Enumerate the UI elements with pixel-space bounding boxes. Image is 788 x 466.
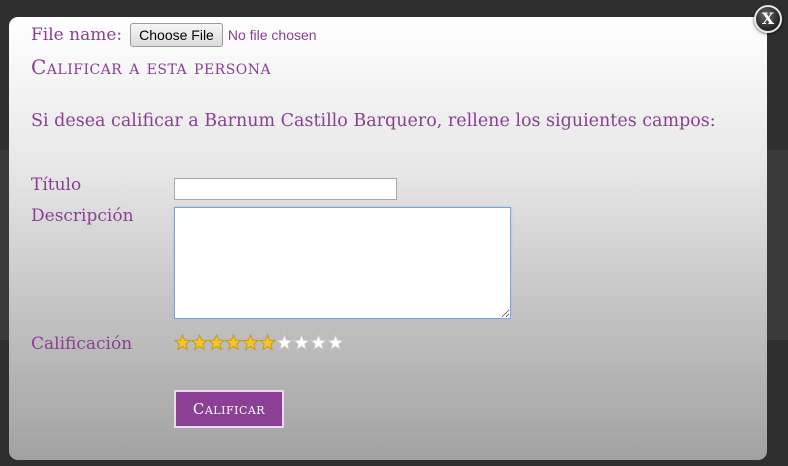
modal-heading: Calificar a esta persona bbox=[31, 55, 272, 79]
description-textarea[interactable] bbox=[174, 207, 511, 319]
rating-modal: File name: Choose File No file chosen Ca… bbox=[9, 17, 767, 460]
star-rating[interactable] bbox=[174, 334, 344, 351]
star-empty-icon[interactable] bbox=[327, 334, 344, 351]
star-filled-icon[interactable] bbox=[191, 334, 208, 351]
file-name-label: File name: bbox=[31, 25, 123, 45]
star-filled-icon[interactable] bbox=[208, 334, 225, 351]
star-empty-icon[interactable] bbox=[276, 334, 293, 351]
close-icon[interactable]: X bbox=[754, 5, 782, 33]
choose-file-button[interactable]: Choose File bbox=[130, 23, 223, 47]
star-filled-icon[interactable] bbox=[259, 334, 276, 351]
title-input[interactable] bbox=[174, 178, 397, 200]
calificar-button[interactable]: Calificar bbox=[174, 390, 284, 428]
rating-label: Calificación bbox=[31, 334, 133, 354]
title-label: Título bbox=[31, 175, 82, 195]
file-status-text: No file chosen bbox=[227, 27, 317, 43]
star-empty-icon[interactable] bbox=[310, 334, 327, 351]
star-empty-icon[interactable] bbox=[293, 334, 310, 351]
star-filled-icon[interactable] bbox=[225, 334, 242, 351]
star-filled-icon[interactable] bbox=[174, 334, 191, 351]
intro-text: Si desea calificar a Barnum Castillo Bar… bbox=[31, 111, 716, 131]
file-upload-row: File name: Choose File No file chosen bbox=[31, 23, 317, 47]
star-filled-icon[interactable] bbox=[242, 334, 259, 351]
description-label: Descripción bbox=[31, 206, 134, 226]
